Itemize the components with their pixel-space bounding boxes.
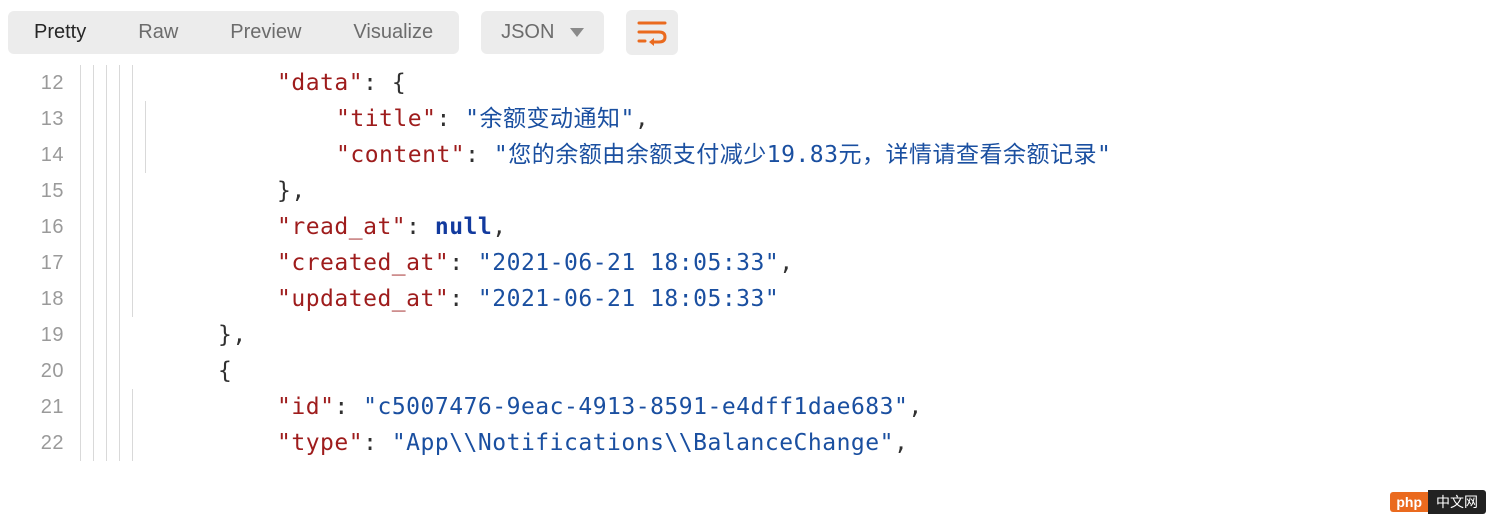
code-line: 15 }, [0, 173, 1502, 209]
code-line: 21 "id": "c5007476-9eac-4913-8591-e4dff1… [0, 389, 1502, 425]
watermark-left: php [1390, 492, 1428, 512]
json-viewer[interactable]: 12 "data": { 13 "title": "余额变动通知", 14 "c… [0, 65, 1502, 461]
code-line: 17 "created_at": "2021-06-21 18:05:33", [0, 245, 1502, 281]
tab-visualize[interactable]: Visualize [327, 11, 459, 54]
format-selector[interactable]: JSON [481, 11, 604, 54]
tab-raw[interactable]: Raw [112, 11, 204, 54]
tab-pretty[interactable]: Pretty [8, 11, 112, 54]
line-number: 15 [0, 173, 74, 209]
code-line: 20 { [0, 353, 1502, 389]
watermark-right: 中文网 [1428, 490, 1486, 514]
line-number: 18 [0, 281, 74, 317]
code-line: 14 "content": "您的余额由余额支付减少19.83元，详情请查看余额… [0, 137, 1502, 173]
line-number: 17 [0, 245, 74, 281]
code-line: 16 "read_at": null, [0, 209, 1502, 245]
line-number: 19 [0, 317, 74, 353]
code-line: 19 }, [0, 317, 1502, 353]
response-view-toolbar: Pretty Raw Preview Visualize JSON [0, 0, 1502, 65]
line-number: 16 [0, 209, 74, 245]
line-number: 21 [0, 389, 74, 425]
code-line: 22 "type": "App\\Notifications\\BalanceC… [0, 425, 1502, 461]
line-number: 12 [0, 65, 74, 101]
line-number: 22 [0, 425, 74, 461]
line-number: 13 [0, 101, 74, 137]
code-line: 13 "title": "余额变动通知", [0, 101, 1502, 137]
watermark-badge: php 中文网 [1390, 490, 1486, 514]
tab-preview[interactable]: Preview [204, 11, 327, 54]
code-line: 18 "updated_at": "2021-06-21 18:05:33" [0, 281, 1502, 317]
view-mode-tabs: Pretty Raw Preview Visualize [8, 11, 459, 54]
format-label: JSON [501, 21, 554, 44]
code-line: 12 "data": { [0, 65, 1502, 101]
chevron-down-icon [570, 28, 584, 37]
wrap-icon [637, 20, 667, 46]
wrap-lines-button[interactable] [626, 10, 678, 55]
line-number: 20 [0, 353, 74, 389]
line-number: 14 [0, 137, 74, 173]
